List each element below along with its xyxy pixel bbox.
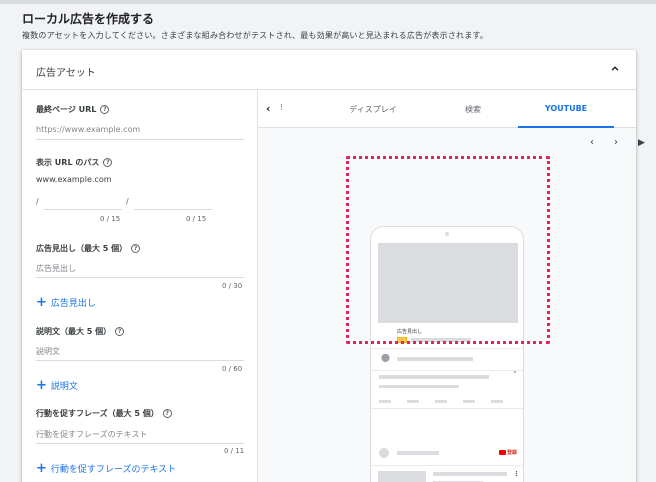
placeholder-bar <box>411 338 471 342</box>
page-title: ローカル広告を作成する <box>22 12 155 26</box>
card-header[interactable]: 広告アセット <box>22 50 636 90</box>
phone-camera <box>445 232 449 236</box>
placeholder-bar <box>435 400 447 403</box>
tab-search[interactable]: 検索 <box>428 90 518 128</box>
add-headline-button[interactable]: + 広告見出し <box>36 294 96 310</box>
path1-input[interactable] <box>44 198 122 210</box>
tab-display[interactable]: ディスプレイ <box>318 90 428 128</box>
headlines-label: 広告見出し（最大 5 個） ? <box>36 243 141 254</box>
ad-badge: 広告 <box>397 337 407 343</box>
plus-icon: + <box>36 294 47 310</box>
phone-preview: 広告見出し 広告 ⬤ ˅ 登録 ⋮ <box>370 226 524 482</box>
final-url-label: 最終ページ URL ? <box>36 104 110 115</box>
description-input[interactable]: 説明文 <box>36 343 244 361</box>
placeholder-bar <box>379 375 489 379</box>
placeholder-bar <box>397 451 439 455</box>
play-icon[interactable]: ▶ <box>638 138 645 148</box>
subscribe-button[interactable]: 登録 <box>499 449 517 456</box>
ad-assets-card: 広告アセット 最終ページ URL ? https://www.example.c… <box>22 50 645 482</box>
avatar <box>379 448 389 458</box>
cta-label: 行動を促すフレーズ（最大 5 個） ? <box>36 408 172 419</box>
headline-counter: 0 / 30 <box>222 282 243 290</box>
divider <box>371 348 523 349</box>
descriptions-label: 説明文（最大 5 個） ? <box>36 326 125 337</box>
preview-tabbar: ‹ ⁝ ディスプレイ 検索 YOUTUBE <box>258 90 636 128</box>
chevron-left-icon[interactable]: ‹ <box>590 137 594 148</box>
path1-counter: 0 / 15 <box>100 215 121 223</box>
preview-pane: ‹ ⁝ ディスプレイ 検索 YOUTUBE ‹ › ▶ 広告見出し 広告 ⬤ ˅ <box>258 90 645 482</box>
final-url-input[interactable]: https://www.example.com <box>36 122 244 140</box>
chevron-up-icon[interactable] <box>608 62 622 76</box>
placeholder-bar <box>379 400 391 403</box>
card-title: 広告アセット <box>36 68 96 79</box>
chevron-left-icon[interactable]: ‹ <box>266 102 271 115</box>
placeholder-bar <box>407 400 419 403</box>
ad-headline-label: 広告見出し <box>397 329 423 335</box>
help-icon[interactable]: ? <box>131 244 141 253</box>
placeholder-bar <box>397 357 473 361</box>
thumbnail-placeholder <box>378 471 426 482</box>
youtube-icon <box>499 450 506 455</box>
help-icon[interactable]: ? <box>100 105 110 114</box>
page-subtitle: 複数のアセットを入力してください。さまざまな組み合わせがテストされ、最も効果が高… <box>22 31 489 40</box>
placeholder-bar <box>463 400 475 403</box>
more-vert-icon[interactable]: ⋮ <box>513 470 520 478</box>
video-placeholder <box>378 243 518 323</box>
top-divider <box>0 0 656 4</box>
path2-input[interactable] <box>134 198 212 210</box>
more-indicator: ⁝ <box>280 103 283 113</box>
cta-counter: 0 / 11 <box>224 447 245 455</box>
path2-counter: 0 / 15 <box>186 215 207 223</box>
placeholder-bar <box>433 472 507 476</box>
help-icon[interactable]: ? <box>162 409 172 418</box>
help-icon[interactable]: ? <box>115 327 125 336</box>
asset-form: 最終ページ URL ? https://www.example.com 表示 U… <box>22 90 258 482</box>
plus-icon: + <box>36 460 47 476</box>
display-domain: www.example.com <box>36 175 112 184</box>
divider <box>371 408 523 409</box>
path-slash-1: / <box>36 197 39 206</box>
location-pin-icon: ⬤ <box>381 353 390 362</box>
cta-input[interactable]: 行動を促すフレーズのテキスト <box>36 426 244 444</box>
chevron-down-icon[interactable]: ˅ <box>513 371 517 379</box>
description-counter: 0 / 60 <box>222 365 243 373</box>
path-slash-2: / <box>126 197 129 206</box>
divider <box>371 465 523 466</box>
placeholder-bar <box>491 400 503 403</box>
plus-icon: + <box>36 377 47 393</box>
add-cta-button[interactable]: + 行動を促すフレーズのテキスト <box>36 460 176 476</box>
chevron-right-icon[interactable]: › <box>614 137 618 148</box>
headline-input[interactable]: 広告見出し <box>36 260 244 278</box>
placeholder-bar <box>379 385 459 388</box>
display-path-label: 表示 URL のパス ? <box>36 157 113 168</box>
divider <box>371 370 523 371</box>
tab-youtube[interactable]: YOUTUBE <box>518 90 614 128</box>
add-description-button[interactable]: + 説明文 <box>36 377 78 393</box>
help-icon[interactable]: ? <box>103 158 113 167</box>
